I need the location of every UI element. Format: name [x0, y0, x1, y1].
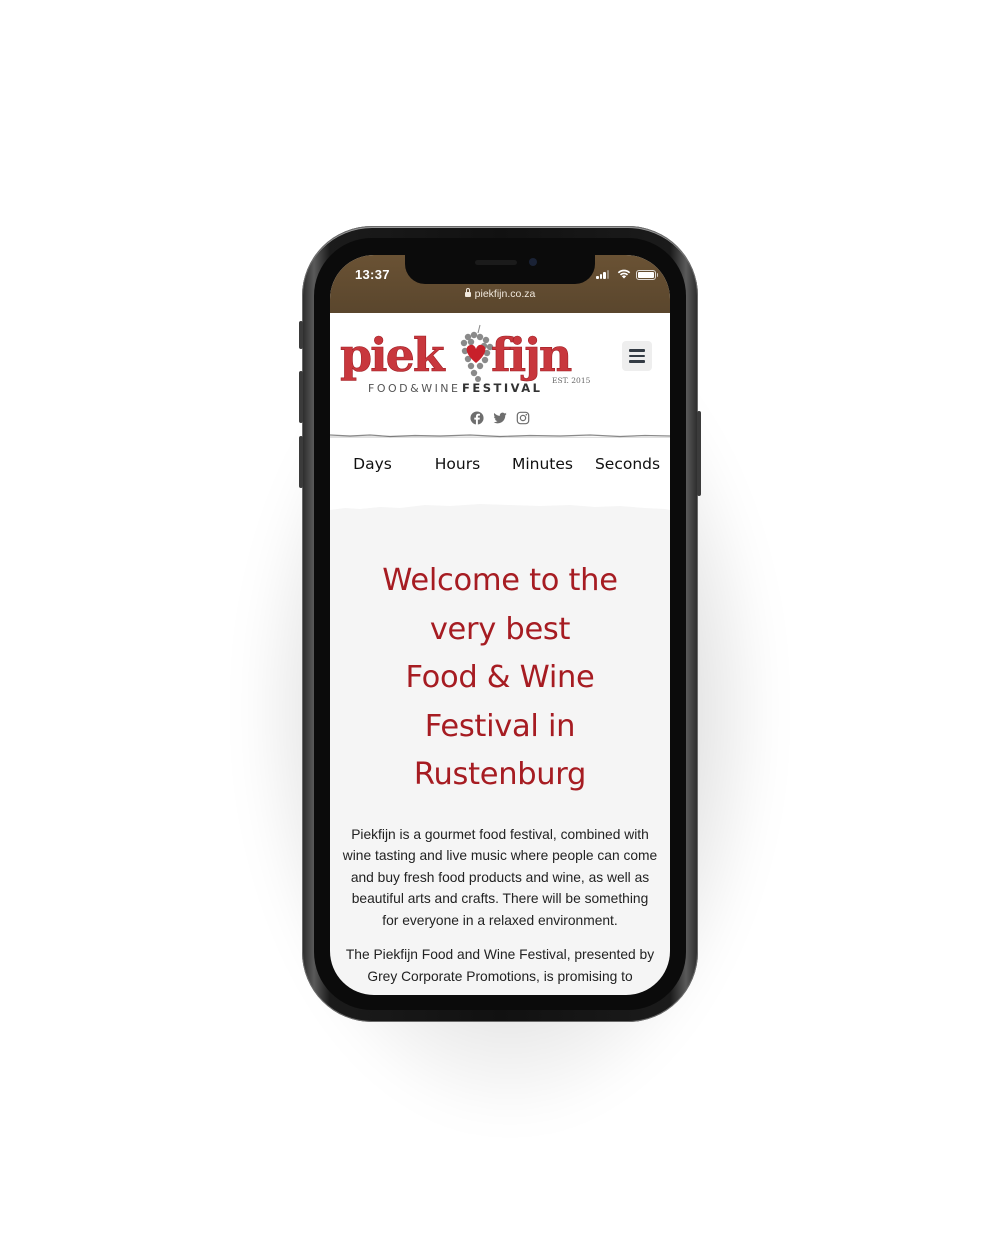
heading-line: Food & Wine [405, 660, 595, 695]
facebook-icon[interactable] [470, 411, 484, 425]
countdown-label-days: Days [353, 455, 392, 473]
speaker [475, 260, 517, 265]
grapes-heart-icon [460, 324, 494, 382]
twitter-icon[interactable] [493, 411, 507, 425]
social-links [330, 411, 670, 425]
logo-tagline-light: FOOD&WINE [368, 382, 461, 395]
countdown-label-hours: Hours [434, 455, 481, 473]
instagram-icon[interactable] [516, 411, 530, 425]
status-time: 13:37 [355, 267, 390, 282]
site-header: piek fijn FOOD&WINE FESTIVAL EST. 2015 [330, 313, 670, 438]
mute-switch [299, 321, 303, 349]
signal-icon [596, 270, 609, 279]
phone-screen: 13:37 piekfijn.co.za piek fijn FOOD&WINE… [330, 255, 670, 995]
front-camera [529, 258, 537, 266]
logo-established: EST. 2015 [552, 376, 591, 385]
battery-icon [636, 270, 658, 280]
volume-up-button [299, 371, 303, 423]
logo-tagline-bold: FESTIVAL [462, 381, 542, 395]
heading-line: very best [429, 611, 571, 647]
url-text: piekfijn.co.za [474, 288, 536, 300]
site-logo[interactable]: piek fijn FOOD&WINE FESTIVAL EST. 2015 [340, 323, 595, 395]
volume-down-button [299, 436, 303, 488]
main-content: Welcome to the very best Food & Wine Fes… [330, 520, 670, 988]
lock-icon [464, 288, 471, 297]
welcome-heading: Welcome to the very best Food & Wine Fes… [330, 557, 670, 800]
countdown-label-minutes: Minutes [511, 455, 574, 473]
wifi-icon [617, 269, 631, 279]
notch [405, 255, 595, 284]
status-bar: 13:37 piekfijn.co.za [330, 255, 670, 313]
torn-paper-divider-bottom [330, 500, 670, 520]
heading-line: Welcome to the [382, 563, 618, 598]
power-button [697, 411, 701, 496]
logo-word-left: piek [340, 328, 446, 382]
intro-paragraph: Piekfijn is a gourmet food festival, com… [342, 826, 658, 928]
second-paragraph: The Piekfijn Food and Wine Festival, pre… [345, 947, 655, 985]
address-bar[interactable]: piekfijn.co.za [330, 288, 670, 300]
hamburger-menu-icon[interactable] [622, 341, 652, 371]
heading-line: Rustenburg [413, 757, 587, 792]
countdown-label-seconds: Seconds [594, 455, 661, 473]
heading-line: Festival in [424, 708, 576, 744]
logo-word-right: fijn [491, 328, 572, 382]
